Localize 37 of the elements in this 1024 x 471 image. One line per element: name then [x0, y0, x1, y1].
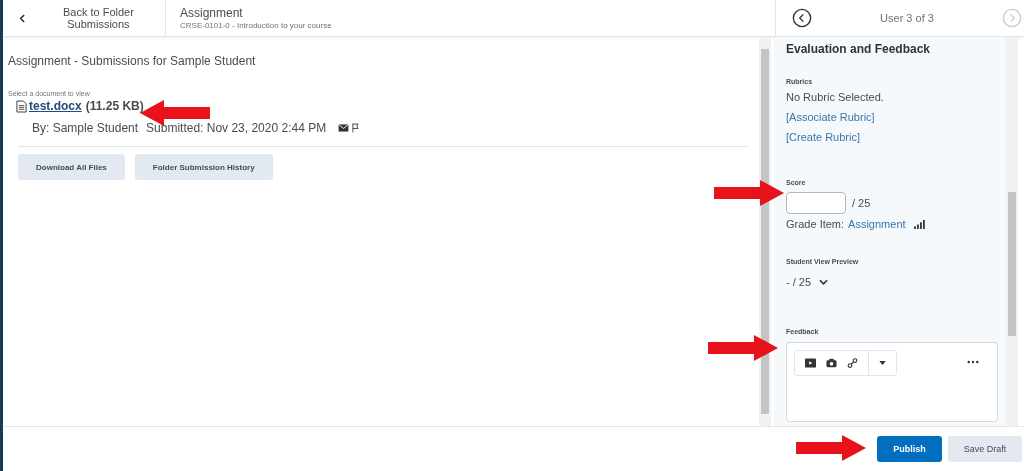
back-link[interactable]: Back to Folder Submissions [3, 0, 166, 36]
chevron-left-icon [19, 13, 26, 23]
document-icon [16, 99, 27, 113]
more-options-icon[interactable] [967, 360, 979, 364]
submissions-heading: Assignment - Submissions for Sample Student [8, 54, 257, 68]
grade-item-link[interactable]: Assignment [848, 218, 906, 230]
chevron-down-icon[interactable] [819, 279, 829, 285]
annotation-arrow [714, 180, 784, 206]
evaluation-heading: Evaluation and Feedback [786, 42, 931, 56]
video-icon[interactable] [805, 358, 816, 368]
file-size: (11.25 KB) [85, 99, 144, 113]
rubric-link[interactable]: [Create Rubric] [786, 131, 860, 143]
save-draft-button[interactable]: Save Draft [948, 436, 1022, 462]
score-field[interactable] [786, 192, 846, 214]
camera-icon[interactable] [826, 358, 837, 368]
flag-icon[interactable] [352, 123, 360, 133]
caret-down-icon[interactable] [879, 361, 886, 365]
preview-score: - / 25 [786, 276, 812, 288]
file-link[interactable]: test.docx [29, 99, 82, 113]
rubric-status: No Rubric Selected. [786, 91, 884, 103]
submitted-by: By: Sample Student [32, 121, 139, 135]
action-button[interactable]: Folder Submission History [134, 154, 273, 180]
grade-item-label: Grade Item: [786, 218, 845, 230]
submitted-date: Submitted: Nov 23, 2020 2:44 PM [146, 121, 327, 135]
score-total: / 25 [852, 197, 871, 209]
link-icon[interactable] [847, 358, 858, 368]
user-counter: User 3 of 3 [879, 12, 935, 24]
annotation-arrow [708, 335, 778, 361]
publish-button[interactable]: Publish [877, 436, 942, 462]
action-button[interactable]: Download All Files [18, 154, 125, 180]
page-title: Assignment [180, 6, 244, 20]
course-subtitle: CRSE-0101-0 - Introduction to your course [180, 21, 333, 30]
previous-user-icon[interactable] [792, 8, 812, 28]
rubric-link[interactable]: [Associate Rubric] [786, 111, 875, 123]
envelope-icon[interactable] [338, 124, 350, 132]
annotation-arrow [796, 435, 866, 461]
bar-chart-icon[interactable] [913, 219, 925, 229]
